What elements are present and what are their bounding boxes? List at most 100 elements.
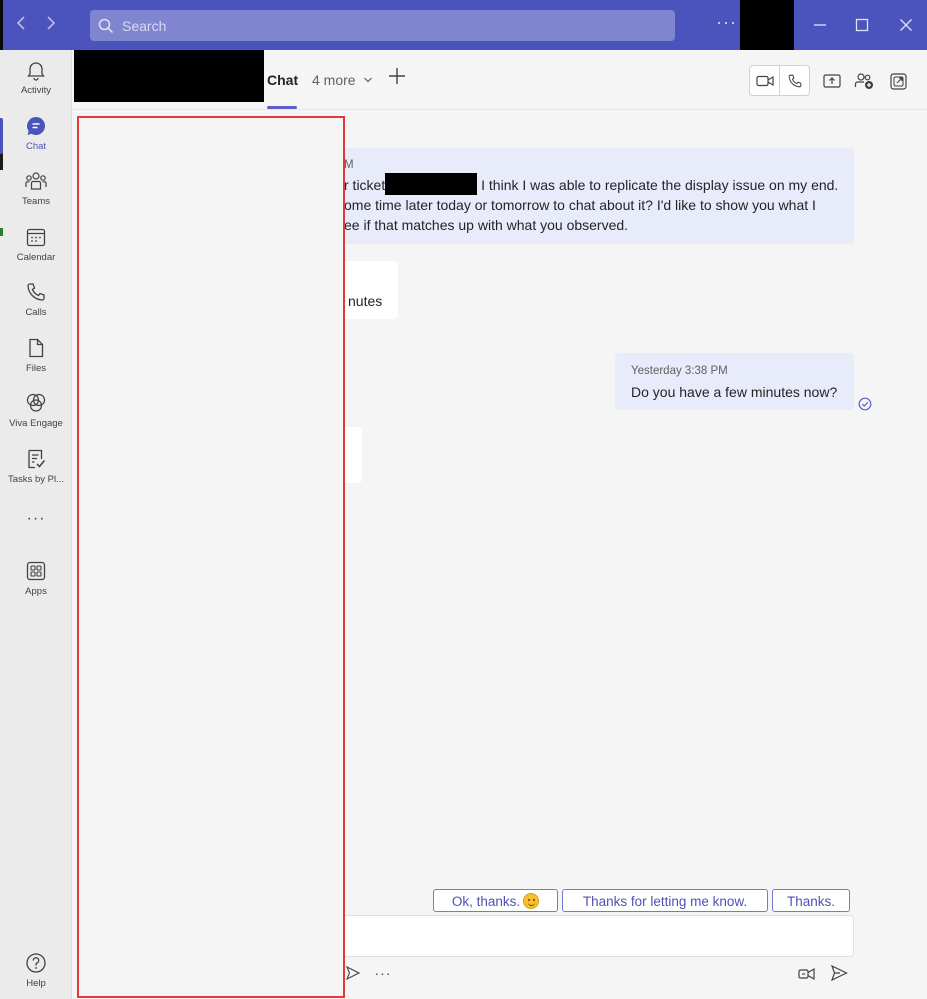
rail-item-tasks[interactable]: Tasks by Pl... [0,447,72,499]
chat-icon [24,114,48,138]
rail-item-label: Viva Engage [9,418,63,429]
rail-item-calls[interactable]: Calls [0,280,72,332]
search-box[interactable] [90,10,675,41]
more-apps-icon: ··· [26,510,46,527]
send-options-button[interactable] [344,962,362,984]
rail-item-viva-engage[interactable]: Viva Engage [0,391,72,443]
compose-box[interactable] [300,915,854,957]
rail-item-files[interactable]: Files [0,336,72,388]
rail-item-label: Calls [25,307,47,318]
message-bubble: M r ticket I think I was able to replica… [300,148,854,244]
plus-icon [389,68,405,84]
message-text-line: ome time later today or tomorrow to chat… [344,197,816,213]
share-screen-icon [823,74,841,88]
redacted-avatar [740,0,794,50]
redacted-contact-name [74,50,264,102]
suggested-reply-thanks[interactable]: Thanks. [772,889,850,912]
redacted-ticket-number [385,173,478,195]
add-people-button[interactable] [853,70,875,92]
message-text: Do you have a few minutes now? [631,384,838,400]
message-text-fragment: I think I was able to replicate the disp… [481,177,839,193]
rail-item-apps[interactable]: Apps [0,559,72,611]
rail-item-label: Files [25,363,47,374]
window-edge [0,0,3,50]
message-timestamp: Yesterday 3:38 PM [631,365,728,377]
send-arrow-icon [345,965,361,981]
help-icon [24,951,48,975]
rail-item-chat[interactable]: Chat [0,114,72,166]
search-icon [98,18,114,33]
bell-icon [24,58,48,82]
more-options-button[interactable]: ··· [716,12,737,33]
message-bubble-self: Yesterday 3:38 PM Do you have a few minu… [615,353,854,410]
apps-icon [24,559,48,583]
rail-item-activity[interactable]: Activity [0,58,72,110]
rail-item-label: Chat [25,141,47,152]
suggested-reply-thanks-for-letting-me-know[interactable]: Thanks for letting me know. [562,889,768,912]
tab-chat[interactable]: Chat [267,72,298,88]
chevron-down-icon [364,77,373,83]
close-button[interactable] [894,12,918,38]
sent-check-icon [858,397,872,411]
suggested-reply-label: Thanks. [786,893,836,909]
rail-item-label: Tasks by Pl... [8,474,64,485]
pop-out-chat-button[interactable] [887,70,909,92]
rail-item-label: Activity [20,85,52,96]
tasks-icon [24,447,48,471]
chevron-right-icon [47,16,56,30]
suggested-reply-ok-thanks[interactable]: Ok, thanks. [433,889,558,912]
rail-item-label: Teams [22,196,50,207]
maximize-icon [855,18,869,32]
message-timestamp: M [344,159,354,171]
rail-item-label: Apps [25,586,47,597]
tab-more[interactable]: 4 more [312,72,373,88]
search-input[interactable] [122,17,642,34]
smile-emoji-icon [523,893,540,910]
suggested-reply-label: Thanks for letting me know. [582,893,748,909]
add-tab-button[interactable] [388,64,406,92]
phone-icon [788,74,802,87]
add-people-icon [854,73,873,89]
message-text: nutes [348,293,383,309]
close-icon [900,19,912,31]
send-button[interactable] [828,962,850,984]
video-camera-icon [756,75,774,86]
rail-item-label: Calendar [16,252,56,263]
more-compose-options-button[interactable]: ··· [374,962,392,984]
suggested-reply-label: Ok, thanks. [451,893,521,909]
minimize-icon [814,24,826,26]
forward-button[interactable] [41,14,61,36]
minimize-button[interactable] [808,12,832,38]
loop-icon [798,967,815,981]
viva-engage-icon [24,391,48,415]
calendar-icon [24,225,48,249]
message-text-fragment: r ticket [344,177,386,193]
call-buttons-group [749,65,810,96]
message-text-line: ee if that matches up with what you obse… [344,217,629,233]
chevron-left-icon [16,16,25,30]
rail-item-teams[interactable]: Teams [0,169,72,221]
video-call-button[interactable] [750,66,779,95]
pop-out-icon [889,72,907,90]
phone-icon [24,280,48,304]
chat-header: Chat 4 more [72,50,927,110]
tab-more-label: 4 more [312,72,356,88]
title-bar: ··· [0,0,927,50]
teams-icon [24,169,48,193]
highlighted-empty-chat-list [77,116,345,998]
rail-item-calendar[interactable]: Calendar [0,225,72,277]
help-button[interactable]: Help [0,951,72,999]
message-input[interactable] [301,916,853,956]
maximize-button[interactable] [850,12,874,38]
active-tab-indicator [267,106,297,109]
rail-item-label: Help [26,978,46,989]
audio-call-button[interactable] [779,66,809,95]
more-apps-button[interactable]: ··· [0,510,72,536]
loop-component-button[interactable] [796,962,818,984]
share-screen-button[interactable] [821,70,843,92]
message-text-line: r ticket I think I was able to replicate… [344,173,838,195]
app-bar: Activity Chat Teams Calendar Calls Files [0,50,72,999]
file-icon [24,336,48,360]
back-button[interactable] [11,14,31,36]
send-icon [830,964,848,982]
